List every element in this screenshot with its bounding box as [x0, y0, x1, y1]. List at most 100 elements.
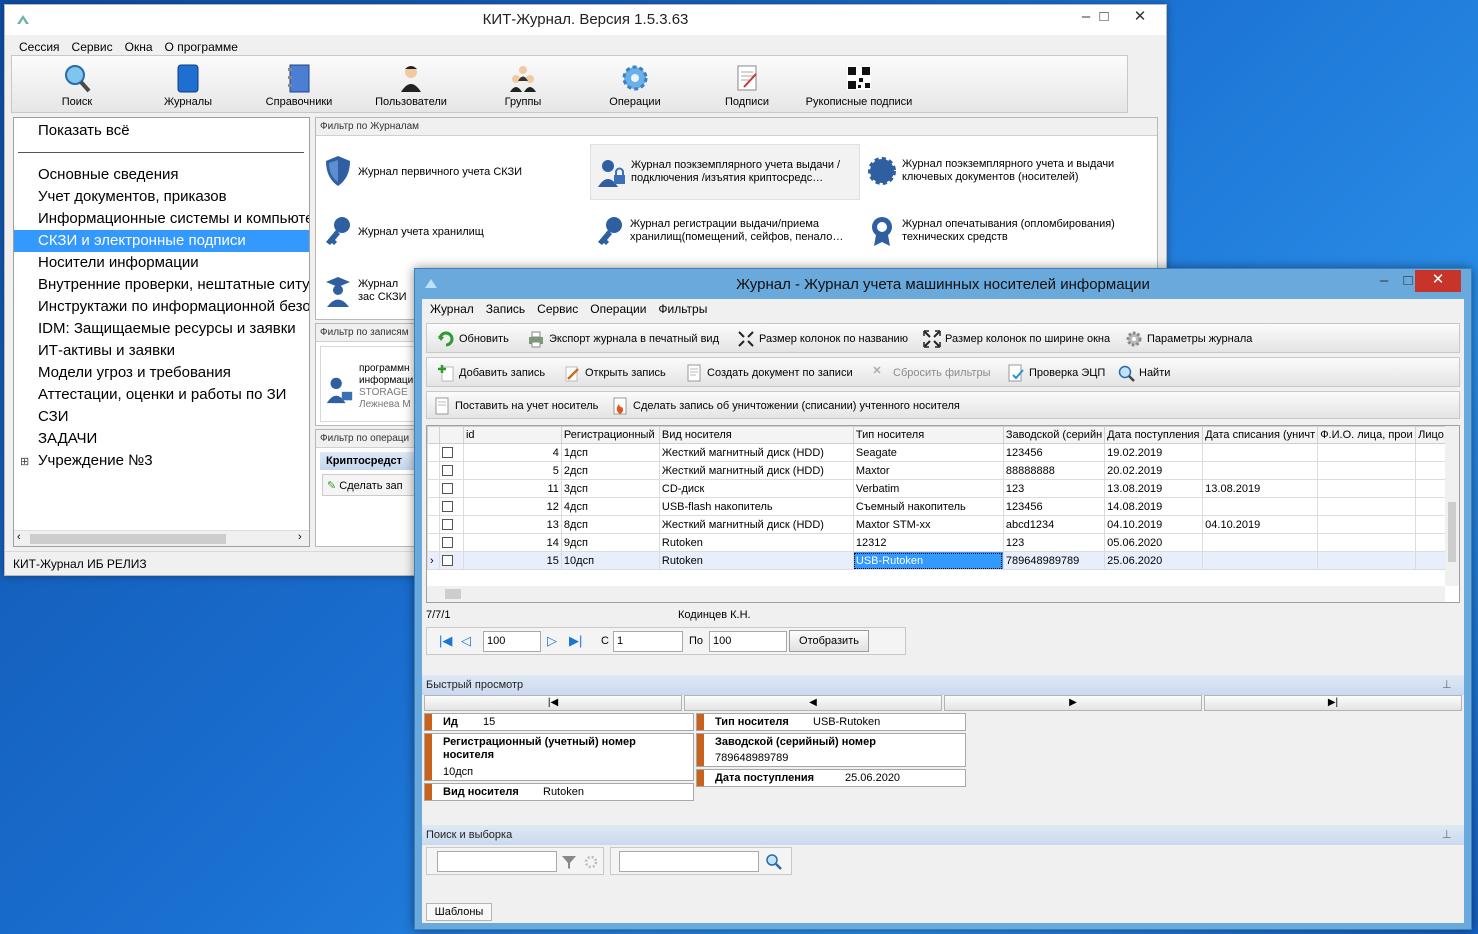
journal-item-crypto-issue[interactable]: Журнал поэкземплярного учета выдачи /под…	[590, 144, 860, 200]
journal-item-sealing[interactable]: Журнал опечатывания (опломбирования) тех…	[862, 204, 1152, 260]
to-input[interactable]: 100	[709, 631, 787, 652]
journal-item-key-documents[interactable]: Журнал поэкземплярного учета и выдачи кл…	[862, 144, 1152, 200]
cell-type-focused[interactable]: USB-Rutoken	[852, 551, 1004, 570]
search-icon[interactable]	[765, 853, 783, 871]
tree-item-threat-models[interactable]: Модели угроз и требования	[14, 362, 309, 384]
toolbar-references-button[interactable]: Справочники	[244, 62, 354, 108]
funnel-icon[interactable]	[561, 854, 577, 870]
journal-item-primary-skzi[interactable]: Журнал первичного учета СКЗИ	[318, 144, 588, 200]
qv-prev-button[interactable]: ◀	[684, 695, 942, 711]
row-checkbox[interactable]	[438, 461, 464, 480]
column-header-received[interactable]: Дата поступления	[1104, 426, 1204, 444]
tree-horizontal-scrollbar[interactable]: ‹ ›	[14, 530, 309, 546]
tree-item-basic-info[interactable]: Основные сведения	[14, 164, 309, 186]
toolbar-groups-button[interactable]: Группы	[468, 62, 578, 108]
register-media-button[interactable]: Поставить на учет носитель	[433, 396, 598, 416]
tree-item-info-systems[interactable]: Информационные системы и компьютеры	[14, 208, 309, 230]
scrollbar-thumb[interactable]	[445, 589, 461, 599]
toolbar-users-button[interactable]: Пользователи	[356, 62, 466, 108]
search-input[interactable]	[619, 851, 759, 872]
tree-item-documents[interactable]: Учет документов, приказов	[14, 186, 309, 208]
ops-make-record-button[interactable]: ✎ Сделать зап	[322, 474, 418, 496]
journal-item-storages[interactable]: Журнал учета хранилищ	[318, 204, 588, 260]
tree-item-attestations[interactable]: Аттестации, оценки и работы по ЗИ	[14, 384, 309, 406]
record-card[interactable]: программн информаци STORAGE Лежнева М	[320, 346, 420, 422]
find-button[interactable]: Найти	[1117, 363, 1170, 383]
qv-next-button[interactable]: ▶	[944, 695, 1202, 711]
table-row-selected[interactable]: › 15 10дсп Rutoken USB-Rutoken 789648989789 25…	[427, 551, 1459, 570]
menu-filters[interactable]: Фильтры	[652, 299, 713, 319]
next-page-icon[interactable]: ▷	[547, 633, 557, 649]
journal-close-button[interactable]: ✕	[1415, 270, 1461, 292]
tree-item-it-assets[interactable]: ИТ-активы и заявки	[14, 340, 309, 362]
table-row[interactable]: 4 1дсп Жесткий магнитный диск (HDD) Seagate…	[427, 443, 1459, 462]
gear-icon[interactable]	[583, 854, 599, 870]
filter-input[interactable]	[437, 851, 557, 872]
create-document-button[interactable]: Создать документ по записи	[685, 363, 853, 383]
tree-show-all[interactable]: Показать всё	[14, 120, 309, 142]
pin-icon[interactable]: ⊥	[1442, 825, 1452, 845]
pin-icon[interactable]: ⊥	[1442, 675, 1452, 695]
grid-horizontal-scrollbar[interactable]	[427, 586, 1445, 602]
row-checkbox[interactable]	[438, 533, 464, 552]
column-header-reg[interactable]: Регистрационный	[560, 426, 660, 444]
scrollbar-thumb[interactable]	[30, 534, 226, 544]
table-row[interactable]: 12 4дсп USB-flash накопитель Съемный накопи…	[427, 497, 1459, 516]
toolbar-search-button[interactable]: Поиск	[22, 62, 132, 108]
column-header-type[interactable]: Тип носителя	[852, 426, 1004, 444]
tree-item-szi[interactable]: СЗИ	[14, 406, 309, 428]
reset-filters-button[interactable]: Сбросить фильтры	[871, 363, 991, 383]
menu-operations[interactable]: Операции	[584, 299, 652, 319]
column-header-id[interactable]: id	[462, 426, 562, 444]
tree-item-tasks[interactable]: ЗАДАЧИ	[14, 428, 309, 450]
show-button[interactable]: Отобразить	[789, 630, 869, 652]
column-header-serial[interactable]: Заводской (серийн	[1002, 426, 1106, 444]
journal-item-storage-issue[interactable]: Журнал регистрации выдачи/приема хранили…	[590, 204, 860, 260]
table-row[interactable]: 14 9дсп Rutoken 12312 123 05.06.2020	[427, 533, 1459, 552]
table-row[interactable]: 11 3дсп CD-диск Verbatim 123 13.08.2019 13.08.…	[427, 479, 1459, 498]
row-checkbox[interactable]	[438, 497, 464, 516]
scroll-left-icon[interactable]: ‹	[17, 531, 21, 543]
checkbox-header[interactable]	[438, 426, 464, 444]
qv-last-button[interactable]: ▶|	[1204, 695, 1462, 711]
table-row[interactable]: 13 8дсп Жесткий магнитный диск (HDD) Maxtor…	[427, 515, 1459, 534]
row-checkbox[interactable]	[438, 515, 464, 534]
grid-vertical-scrollbar[interactable]	[1445, 426, 1459, 586]
menu-session[interactable]: Сессия	[13, 37, 66, 57]
first-page-icon[interactable]: |◀	[439, 633, 452, 649]
menu-service[interactable]: Сервис	[66, 37, 119, 57]
toolbar-journals-button[interactable]: Журналы	[133, 62, 243, 108]
fit-columns-title-button[interactable]: Размер колонок по названию	[737, 329, 908, 349]
check-signature-button[interactable]: Проверка ЭЦП	[1007, 363, 1105, 383]
toolbar-handwritten-signatures-button[interactable]: Рукописные подписи	[804, 62, 914, 108]
tree-item-media[interactable]: Носители информации	[14, 252, 309, 274]
templates-tab[interactable]: Шаблоны	[426, 903, 492, 921]
scrollbar-thumb[interactable]	[1448, 502, 1456, 562]
menu-journal[interactable]: Журнал	[424, 299, 480, 319]
tree-item-skzi[interactable]: СКЗИ и электронные подписи	[14, 230, 309, 252]
tree-item-idm[interactable]: IDM: Защищаемые ресурсы и заявки	[14, 318, 309, 340]
column-header-person[interactable]: Ф.И.О. лица, прои	[1317, 426, 1417, 444]
tree-item-institution-3[interactable]: Учреждение №3	[14, 450, 309, 472]
row-checkbox[interactable]	[438, 551, 464, 570]
qv-first-button[interactable]: |◀	[424, 695, 682, 711]
menu-record[interactable]: Запись	[480, 299, 531, 319]
column-header-written-off[interactable]: Дата списания (уничт	[1202, 426, 1319, 444]
refresh-button[interactable]: Обновить	[437, 329, 509, 349]
menu-about[interactable]: О программе	[159, 37, 244, 57]
menu-service[interactable]: Сервис	[531, 299, 584, 319]
menu-windows[interactable]: Окна	[119, 37, 159, 57]
scroll-right-icon[interactable]: ›	[298, 531, 302, 543]
page-size-input[interactable]: 100	[483, 631, 541, 652]
prev-page-icon[interactable]: ◁	[461, 633, 471, 649]
last-page-icon[interactable]: ▶|	[569, 633, 582, 649]
close-button[interactable]: ✕	[1117, 7, 1163, 29]
toolbar-signatures-button[interactable]: Подписи	[692, 62, 802, 108]
table-row[interactable]: 5 2дсп Жесткий магнитный диск (HDD) Maxtor 8…	[427, 461, 1459, 480]
journal-settings-button[interactable]: Параметры журнала	[1125, 329, 1252, 349]
journal-item-skzi-storage[interactable]: Журнал зас СКЗИ	[318, 264, 418, 320]
export-print-button[interactable]: Экспорт журнала в печатный вид	[527, 329, 719, 349]
add-record-button[interactable]: Добавить запись	[437, 363, 545, 383]
tree-item-briefings[interactable]: Инструктажи по информационной безопаснос…	[14, 296, 309, 318]
from-input[interactable]: 1	[613, 631, 683, 652]
